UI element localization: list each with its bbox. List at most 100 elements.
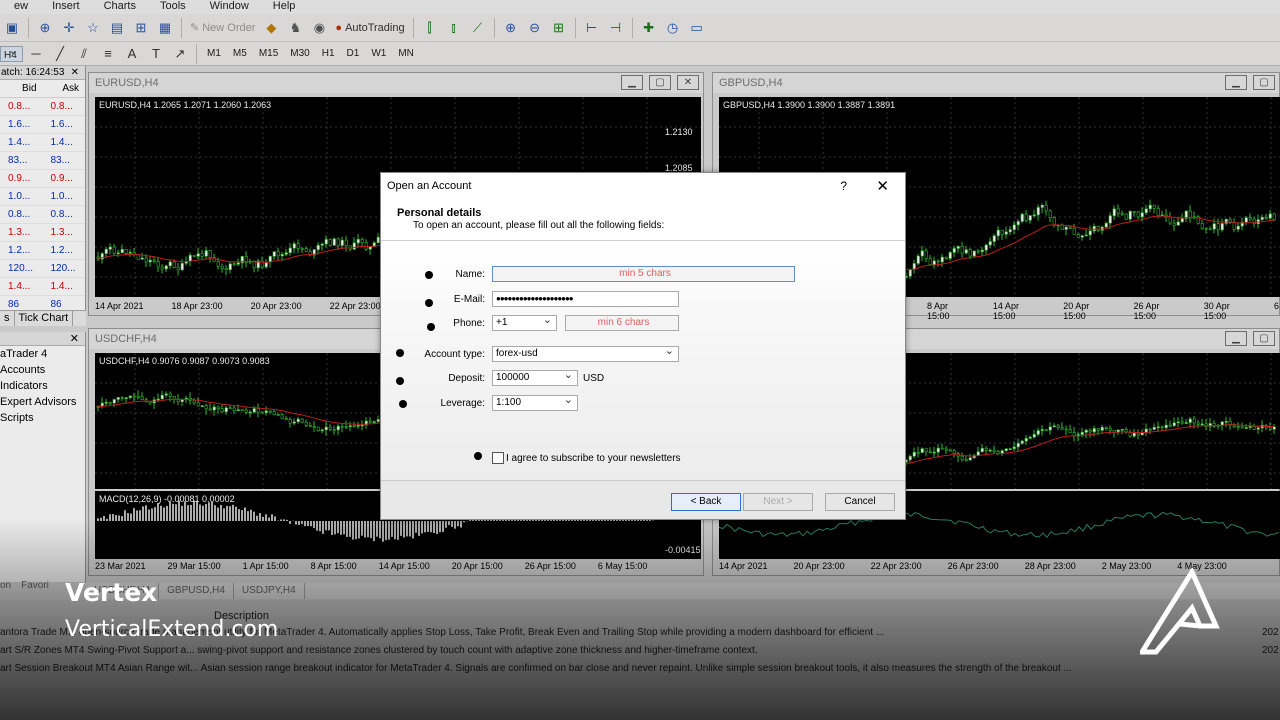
- name-input[interactable]: min 5 chars: [492, 266, 795, 282]
- strategy-tester-icon[interactable]: ▦: [155, 18, 175, 38]
- navigator-icon[interactable]: ▤: [107, 18, 127, 38]
- nav-item-scripts[interactable]: Scripts: [0, 410, 85, 426]
- menu-help[interactable]: Help: [259, 0, 306, 14]
- timeframe-h1[interactable]: H1: [316, 45, 341, 62]
- arrows-icon[interactable]: ↗: [170, 44, 190, 64]
- table-row[interactable]: 83... 83...: [0, 152, 85, 170]
- phone-input[interactable]: min 6 chars: [565, 315, 679, 331]
- favorites-icon[interactable]: ☆: [83, 18, 103, 38]
- bar-chart-icon[interactable]: ⫿: [420, 18, 440, 38]
- table-row[interactable]: 0.9... 0.9...: [0, 170, 85, 188]
- table-row[interactable]: 1.4... 1.4...: [0, 278, 85, 296]
- list-item[interactable]: art Session Breakout MT4 Asian Range wit…: [0, 663, 1072, 674]
- maximize-icon[interactable]: ▢: [649, 75, 671, 90]
- minimize-icon[interactable]: ▁: [621, 75, 643, 90]
- timeframe-w1[interactable]: W1: [365, 45, 392, 62]
- maximize-icon[interactable]: ▢: [1253, 75, 1275, 90]
- close-icon[interactable]: ✕: [876, 177, 889, 195]
- list-item[interactable]: art S/R Zones MT4 Swing-Pivot Support a.…: [0, 645, 758, 656]
- table-row[interactable]: 1.3... 1.3...: [0, 224, 85, 242]
- timeframe-m1[interactable]: M1: [201, 45, 227, 62]
- leverage-select[interactable]: 1:100: [492, 393, 578, 411]
- next-button[interactable]: Next >: [743, 493, 813, 511]
- table-row[interactable]: 1.6... 1.6...: [0, 116, 85, 134]
- tab-chart[interactable]: USDJPY,H4: [234, 583, 305, 599]
- timeframe-m5[interactable]: M5: [227, 45, 253, 62]
- signals-icon[interactable]: ◉: [309, 18, 329, 38]
- table-row[interactable]: 1.4... 1.4...: [0, 134, 85, 152]
- chart-shift-icon[interactable]: ⊢: [582, 18, 602, 38]
- menu-charts[interactable]: Charts: [90, 0, 146, 14]
- new-order-button[interactable]: ✎ New Order: [186, 21, 259, 35]
- text-icon[interactable]: A: [122, 44, 142, 64]
- equidistant-channel-icon[interactable]: ⫽: [74, 44, 94, 64]
- macd-bar: [106, 518, 108, 521]
- market-icon[interactable]: ♞: [285, 18, 305, 38]
- close-icon[interactable]: ✕: [71, 66, 79, 80]
- deposit-select[interactable]: 100000: [492, 368, 578, 386]
- zoom-in-icon[interactable]: ⊕: [501, 18, 521, 38]
- tab-symbols[interactable]: s: [0, 311, 15, 326]
- newsletter-checkbox[interactable]: [492, 452, 504, 464]
- candlestick-icon[interactable]: ⫾: [444, 18, 464, 38]
- new-chart-icon[interactable]: ▣: [2, 18, 22, 38]
- menu-view[interactable]: ew: [0, 0, 38, 14]
- minimize-icon[interactable]: ▁: [1225, 75, 1247, 90]
- timeframe-m30[interactable]: M30: [284, 45, 315, 62]
- tab-chart[interactable]: GBPUSD,H4: [159, 583, 234, 599]
- col-bid[interactable]: Bid: [0, 83, 43, 94]
- menu-tools[interactable]: Tools: [146, 0, 196, 14]
- account-type-select[interactable]: forex-usd: [492, 344, 679, 362]
- autoscroll-icon[interactable]: ⊣: [606, 18, 626, 38]
- table-row[interactable]: 0.8... 0.8...: [0, 98, 85, 116]
- close-icon[interactable]: ✕: [677, 75, 699, 90]
- metaeditor-icon[interactable]: ◆: [261, 18, 281, 38]
- tab-tick-chart[interactable]: Tick Chart: [15, 311, 74, 326]
- nav-item-expert-advisors[interactable]: Expert Advisors: [0, 394, 85, 410]
- menu-insert[interactable]: Insert: [38, 0, 90, 14]
- phone-code-select[interactable]: +1: [492, 313, 557, 331]
- table-row[interactable]: 1.0... 1.0...: [0, 188, 85, 206]
- table-row[interactable]: 0.8... 0.8...: [0, 206, 85, 224]
- back-button[interactable]: < Back: [671, 493, 741, 511]
- templates-icon[interactable]: ▭: [687, 18, 707, 38]
- timeframe-m15[interactable]: M15: [253, 45, 284, 62]
- profiles-icon[interactable]: ⊕: [35, 18, 55, 38]
- candle-body: [1256, 427, 1260, 430]
- zoom-out-icon[interactable]: ⊖: [525, 18, 545, 38]
- tile-windows-icon[interactable]: ⊞: [549, 18, 569, 38]
- text-label-icon[interactable]: T: [146, 44, 166, 64]
- tab-favorites[interactable]: Favori: [21, 580, 49, 591]
- col-ask[interactable]: Ask: [43, 83, 86, 94]
- data-window-icon[interactable]: ⊞: [131, 18, 151, 38]
- line-chart-icon[interactable]: ⟋: [468, 18, 488, 38]
- minimize-icon[interactable]: ▁: [1225, 331, 1247, 346]
- periods-icon[interactable]: ◷: [663, 18, 683, 38]
- auto-trading-button[interactable]: ● AutoTrading: [331, 22, 408, 34]
- candle-body: [1124, 213, 1128, 220]
- crosshair-icon[interactable]: ✛: [59, 18, 79, 38]
- trendline-icon[interactable]: ╱: [50, 44, 70, 64]
- nav-item-accounts[interactable]: Accounts: [0, 362, 85, 378]
- cancel-button[interactable]: Cancel: [825, 493, 895, 511]
- timeframe-d1[interactable]: D1: [341, 45, 366, 62]
- maximize-icon[interactable]: ▢: [1253, 331, 1275, 346]
- tab-toolbox[interactable]: on: [0, 580, 11, 591]
- nav-item-indicators[interactable]: Indicators: [0, 378, 85, 394]
- menu-window[interactable]: Window: [196, 0, 259, 14]
- newsletter-label[interactable]: I agree to subscribe to your newsletters: [506, 453, 681, 464]
- help-icon[interactable]: ?: [840, 179, 847, 193]
- indicators-icon[interactable]: ✚: [639, 18, 659, 38]
- macd-bar: [157, 502, 159, 521]
- email-input[interactable]: ●●●●●●●●●●●●●●●●●●●●: [492, 291, 679, 307]
- timeframe-mn[interactable]: MN: [392, 45, 420, 62]
- nav-item-terminal[interactable]: aTrader 4: [0, 346, 85, 362]
- horizontal-line-icon[interactable]: ─: [26, 44, 46, 64]
- table-row[interactable]: 120... 120...: [0, 260, 85, 278]
- close-icon[interactable]: ✕: [70, 332, 79, 345]
- macd-bar: [121, 516, 123, 521]
- table-row[interactable]: 1.2... 1.2...: [0, 242, 85, 260]
- timeframe-h4[interactable]: H4: [0, 44, 23, 62]
- fibonacci-icon[interactable]: ≡: [98, 44, 118, 64]
- macd-bar: [319, 521, 321, 532]
